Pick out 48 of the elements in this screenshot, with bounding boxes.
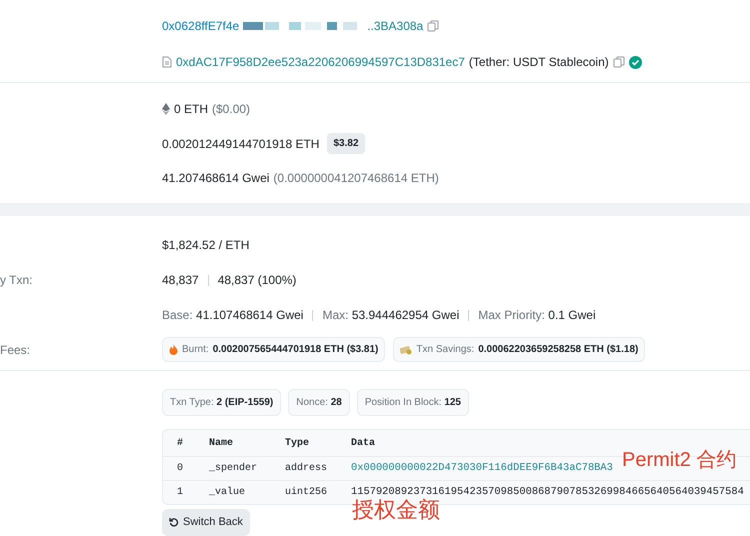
address-link[interactable]: ..3BA308a	[367, 17, 424, 35]
address-link[interactable]: 0x0628ffE7f4e	[162, 17, 240, 35]
switch-back-button[interactable]: Switch Back	[162, 509, 250, 536]
value-usd: ($0.00)	[212, 101, 250, 118]
ether-price: $1,824.52 / ETH	[162, 238, 250, 252]
gas-usage-label: y Txn:	[0, 272, 34, 289]
flame-icon	[169, 344, 178, 355]
gas-limit: 48,837	[162, 272, 199, 289]
annotation-text: Permit2 合约	[622, 448, 736, 473]
vertical-divider	[208, 274, 209, 286]
column-header: Data	[351, 436, 376, 450]
table-cell-text: 115792089237316195423570985008687907853269984665640564039457584	[351, 484, 744, 498]
column-header: Type	[285, 436, 310, 450]
column-header: Name	[209, 436, 234, 450]
fee-badge: Burnt: 0.002007565444701918 ETH ($3.81)	[162, 337, 386, 362]
attribute-badge: Txn Type: 2 (EIP-1559)	[162, 389, 282, 416]
table-cell-text: _value	[209, 486, 246, 500]
contract-name: (Tether: USDT Stablecoin)	[468, 54, 609, 71]
copy-icon[interactable]	[427, 20, 440, 32]
table-cell-text: _spender	[209, 462, 258, 476]
ethereum-icon	[162, 103, 170, 115]
fee-usd-badge: $3.82	[327, 133, 365, 154]
table-cell-text: 1	[176, 486, 184, 500]
contract-address-link[interactable]: 0xdAC17F958D2ee523a2206206994597C13D831ec7	[176, 53, 465, 71]
gas-price-gwei: 41.207468614 Gwei	[162, 170, 270, 187]
table-cell-text: uint256	[285, 486, 328, 500]
value-amount: 0 ETH	[174, 101, 208, 118]
copy-icon[interactable]	[612, 56, 625, 68]
table-cell-text: address	[285, 462, 328, 476]
fee-badge: Txn Savings: 0.00062203659258258 ETH ($1.18)	[393, 337, 646, 362]
gas-fee-item: Base: 41.107468614 Gwei	[162, 307, 304, 324]
document-icon	[162, 56, 172, 68]
money-icon	[400, 344, 412, 354]
vertical-divider	[312, 310, 314, 320]
gas-used: 48,837 (100%)	[218, 272, 296, 289]
attribute-badge: Position In Block: 125	[356, 389, 469, 416]
annotation-text: 授权金额	[352, 496, 440, 524]
vertical-divider	[468, 310, 470, 320]
attribute-badge: Nonce: 28	[288, 389, 350, 416]
gas-fee-item: Max: 53.944462954 Gwei	[322, 307, 460, 324]
gas-price-eth: (0.000000041207468614 ETH)	[273, 170, 439, 187]
undo-icon	[169, 517, 179, 528]
table-cell-text: 0	[176, 462, 184, 476]
fees-label: Fees:	[0, 342, 32, 358]
gas-fee-item: Max Priority: 0.1 Gwei	[478, 307, 596, 324]
column-header: #	[176, 436, 184, 450]
address-link[interactable]: 0x000000000022D473030F116dDEE9F6B43aC78BA3	[351, 460, 613, 476]
fee-amount: 0.002012449144701918 ETH	[162, 136, 320, 152]
